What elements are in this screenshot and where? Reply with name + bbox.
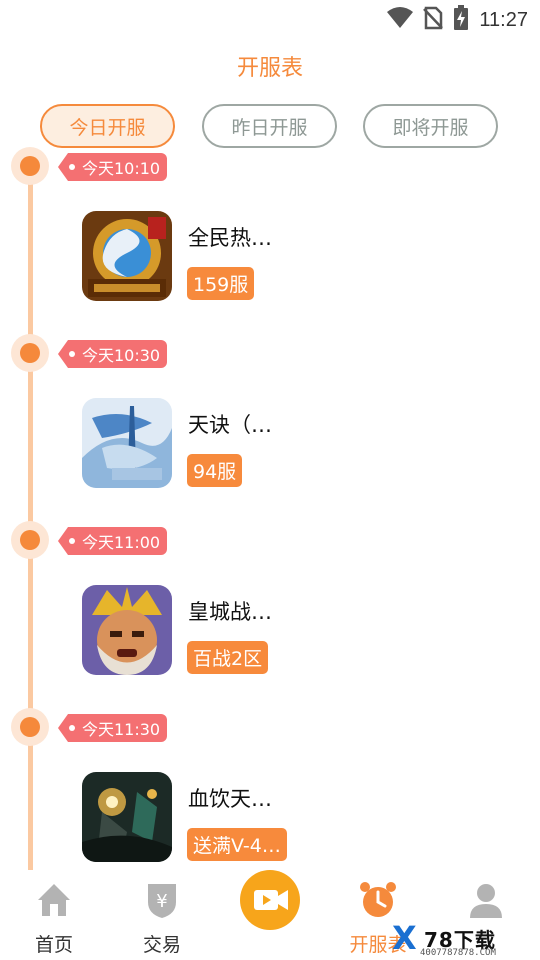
yuan-shield-icon: ¥ — [142, 880, 182, 920]
status-time: 11:27 — [479, 8, 528, 31]
time-tag-label: 今天10:10 — [82, 159, 161, 178]
game-name[interactable]: 天诀（… — [188, 409, 272, 439]
user-icon — [466, 880, 506, 920]
server-badge: 送满V-4… — [187, 828, 287, 861]
time-tag: 今天10:30 — [58, 340, 167, 368]
timeline-dot — [11, 521, 49, 559]
alarm-clock-icon — [358, 880, 398, 920]
timeline-dot — [11, 708, 49, 746]
server-badge: 百战2区 — [187, 641, 269, 674]
server-badge: 159服 — [187, 267, 255, 300]
nav-label: 首页 — [34, 934, 73, 956]
time-tag: 今天10:10 — [58, 153, 167, 181]
game-name[interactable]: 全民热… — [188, 222, 272, 252]
watermark-url: 4007787878.COM — [420, 948, 496, 958]
game-name[interactable]: 皇城战… — [188, 596, 272, 626]
blue-sword-game-icon[interactable] — [82, 398, 172, 488]
battery-charging-icon — [453, 5, 469, 35]
time-tag-label: 今天10:30 — [82, 346, 161, 365]
tab-today[interactable]: 今日开服 — [40, 104, 175, 148]
tab-yesterday[interactable]: 昨日开服 — [202, 104, 337, 148]
home-icon — [34, 880, 74, 920]
warrior-face-game-icon[interactable] — [82, 585, 172, 675]
nav-video[interactable] — [216, 870, 324, 960]
watermark-x: X — [392, 919, 417, 957]
tab-bar: 今日开服 昨日开服 即将开服 — [40, 104, 500, 150]
timeline-dot — [11, 147, 49, 185]
time-tag: 今天11:00 — [58, 527, 167, 555]
time-tag: 今天11:30 — [58, 714, 167, 742]
video-camera-icon — [240, 870, 300, 930]
page-title: 开服表 — [236, 56, 303, 81]
nav-trade[interactable]: ¥ 交易 — [108, 870, 216, 960]
time-tag-label: 今天11:30 — [82, 720, 161, 739]
timeline-dot — [11, 334, 49, 372]
svg-text:¥: ¥ — [156, 891, 167, 912]
nav-label: 交易 — [142, 934, 181, 956]
golden-dragon-game-icon[interactable] — [82, 211, 172, 301]
game-name[interactable]: 血饮天… — [188, 783, 272, 813]
timeline-line — [28, 150, 33, 880]
status-bar: 11:27 — [0, 0, 540, 36]
watermark-logo: X 78下载 4007787878.COM — [392, 922, 540, 960]
dark-battle-game-icon[interactable] — [82, 772, 172, 862]
nav-home[interactable]: 首页 — [0, 870, 108, 960]
no-sim-icon — [423, 6, 444, 34]
tab-upcoming[interactable]: 即将开服 — [363, 104, 498, 148]
wifi-icon — [387, 7, 414, 33]
server-badge: 94服 — [187, 454, 243, 487]
time-tag-label: 今天11:00 — [82, 533, 161, 552]
